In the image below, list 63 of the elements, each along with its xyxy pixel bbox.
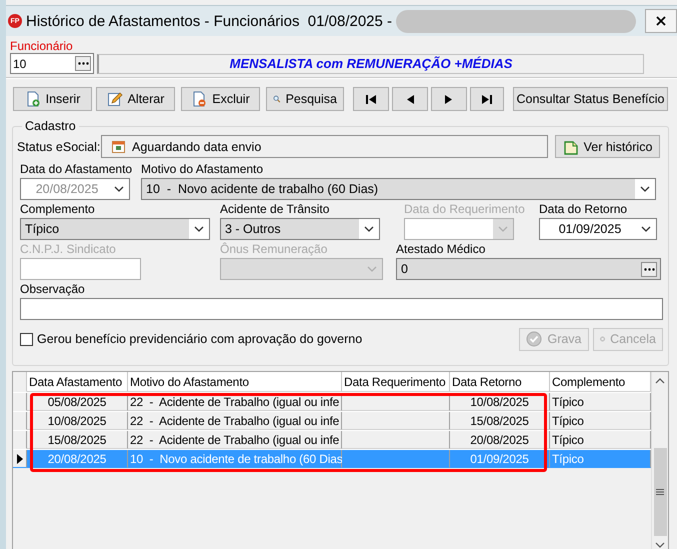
group-title: Cadastro [24,119,77,133]
ellipsis-icon [78,62,88,65]
table-cell: 20/08/2025 [27,450,128,468]
employee-code-field[interactable]: 10 [10,53,94,74]
table-cell: 10 - Novo acidente de trabalho (60 Dias [128,450,342,468]
field-label: Motivo do Afastamento [141,162,264,178]
table-cell: Típico [550,450,651,468]
last-button[interactable] [470,87,504,111]
table-row[interactable]: 10/08/2025 22 - Acidente de Trabalho (igual ou infe 15/08/2025 Típico [13,411,651,430]
scrollbar[interactable] [651,372,668,549]
delete-button[interactable]: Excluir [181,87,260,111]
dropdown[interactable]: 01/09/2025 [539,218,657,240]
close-icon [656,16,666,26]
lookup-field[interactable]: 0 [396,258,661,280]
close-button[interactable] [645,9,677,33]
remove-document-icon [191,91,208,107]
next-icon [445,94,453,104]
checkbox[interactable] [20,332,33,346]
ellipsis-icon [644,268,654,270]
ellipsis-button[interactable] [641,262,657,276]
pencil-document-icon [106,91,123,107]
field-label: C.N.P.J. Sindicato [20,242,116,258]
employee-description: MENSALISTA com REMUNERAÇÃO +MÉDIAS [97,54,644,74]
check-circle-icon [526,331,542,347]
current-row-icon [16,454,22,464]
next-button[interactable] [431,87,467,111]
field-label: Complemento [20,202,95,218]
first-button[interactable] [353,87,389,111]
calendar-icon [112,140,125,153]
edit-button[interactable]: Alterar [96,87,175,111]
dropdown[interactable]: Típico [20,218,210,240]
table-row[interactable]: 15/08/2025 22 - Acidente de Trabalho (igual ou infe 20/08/2025 Típico [13,430,651,449]
field-label: Ônus Remuneração [220,242,328,258]
last-record-icon [482,94,492,104]
window-title: Histórico de Afastamentos - Funcionários 01/08/2025 - [26,12,392,30]
status-button[interactable]: Consultar Status Benefício [513,87,668,111]
history-button[interactable]: Ver histórico [555,135,660,158]
field-label: Acidente de Trânsito [220,202,330,218]
search-button[interactable]: Pesquisa [266,87,344,111]
field-label: Data do Retorno [539,202,628,218]
ellipsis-button[interactable] [75,56,91,71]
field-label: Status eSocial: [17,140,101,154]
scroll-down-icon [655,542,665,548]
previous-icon [406,94,414,104]
first-record-icon [366,94,376,104]
add-document-icon [24,91,41,107]
field-label: Data do Afastamento [20,162,132,178]
row-selector[interactable] [13,450,27,468]
scroll-up-icon [655,378,665,384]
dropdown[interactable]: 10 - Novo acidente de trabalho (60 Dias) [141,178,656,200]
grip-icon [656,489,664,495]
field-label: Observação [20,282,85,298]
field-label: Funcionário [10,39,74,53]
insert-button[interactable]: Inserir [13,87,92,111]
status-field: Aguardando data envio [101,135,548,158]
dropdown[interactable]: 3 - Outros [220,218,380,240]
field-label: Data do Requerimento [404,202,525,218]
document-icon [562,138,579,154]
previous-button[interactable] [392,87,428,111]
field-label: Atestado Médico [396,242,486,258]
checkbox-label: Gerou benefício previdenciário com aprovação do governo [37,332,364,346]
table-cell: 01/09/2025 [450,450,550,468]
input-field[interactable] [20,298,663,320]
